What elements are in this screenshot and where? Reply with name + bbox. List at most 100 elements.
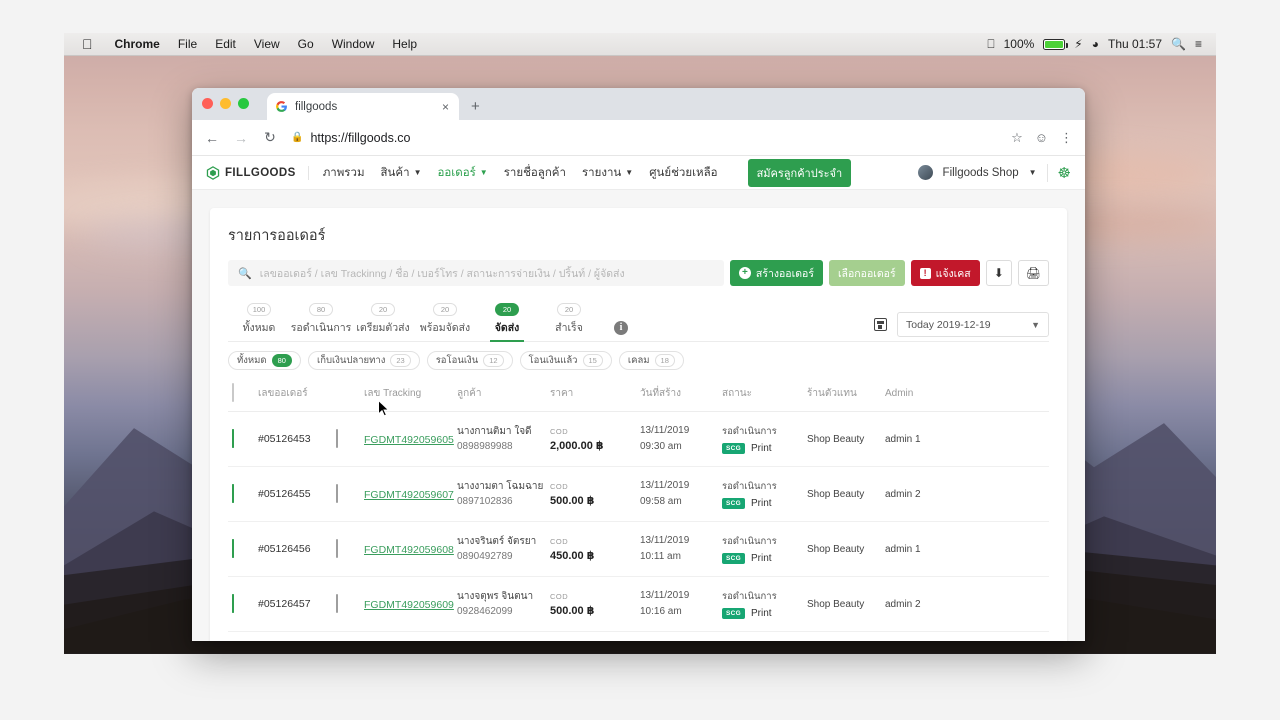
chip-claim[interactable]: เคลม 18 [618, 351, 684, 370]
create-order-button[interactable]: + สร้างออเดอร์ [729, 260, 823, 286]
user-settings-icon[interactable]: ☸ [1058, 164, 1071, 182]
copy-icon[interactable] [336, 539, 338, 558]
new-tab-button[interactable]: + [471, 98, 480, 115]
close-tab-icon[interactable]: × [440, 100, 451, 114]
shop-name-label[interactable]: Fillgoods Shop [943, 167, 1019, 179]
nav-item-overview[interactable]: ภาพรวม [323, 164, 365, 182]
mouse-cursor [378, 400, 390, 417]
nav-item-reports[interactable]: รายงาน ▼ [582, 164, 633, 182]
tracking-link[interactable]: FGDMT492059605 [364, 434, 454, 446]
menubar-clock[interactable]: Thu 01:57 [1108, 37, 1162, 51]
register-member-button[interactable]: สมัครลูกค้าประจำ [747, 158, 852, 187]
tab-shipping[interactable]: 20 จัดส่ง [476, 299, 538, 342]
status-cell: รอดำเนินการ SCG Print [722, 534, 807, 564]
chrome-browser-window: fillgoods × + ← → ↻ 🔒 https://fillgoods.… [192, 88, 1085, 641]
row-checkbox[interactable] [232, 429, 234, 448]
close-window-button[interactable] [202, 98, 213, 109]
table-row[interactable]: #05126455 FGDMT492059607 นางงามตา โฉมฉาย… [228, 467, 1049, 522]
menubar-item-view[interactable]: View [245, 37, 289, 51]
print-link[interactable]: Print [751, 553, 772, 564]
nav-item-label: รายงาน [581, 166, 622, 179]
row-checkbox[interactable] [232, 539, 234, 558]
nav-item-products[interactable]: สินค้า ▼ [381, 164, 422, 182]
search-input[interactable]: 🔍 เลขออเดอร์ / เลข Trackinng / ชื่อ / เบ… [228, 260, 724, 286]
tracking-link[interactable]: FGDMT492059609 [364, 599, 454, 611]
address-bar[interactable]: 🔒 https://fillgoods.co [291, 131, 998, 145]
chip-awaiting-transfer[interactable]: รอโอนเงิน 12 [426, 351, 513, 370]
airplay-icon[interactable]: ⎕ [987, 37, 994, 52]
date-range-select[interactable]: Today 2019-12-19 ▼ [897, 312, 1049, 337]
menubar-item-chrome[interactable]: Chrome [106, 37, 169, 51]
price-cell: COD 450.00 ฿ [550, 537, 640, 562]
print-link[interactable]: Print [751, 608, 772, 619]
row-checkbox[interactable] [232, 484, 234, 503]
copy-icon[interactable] [336, 429, 338, 448]
nav-item-customers[interactable]: รายชื่อลูกค้า [504, 164, 566, 182]
tracking-link[interactable]: FGDMT492059608 [364, 544, 454, 556]
browser-omnibox-bar: ← → ↻ 🔒 https://fillgoods.co ☆ ☺ ⋮ [192, 120, 1085, 156]
report-case-button[interactable]: ! แจ้งเคส [910, 260, 980, 286]
chrome-menu-icon[interactable]: ⋮ [1060, 130, 1073, 146]
back-button[interactable]: ← [204, 130, 220, 146]
forward-button[interactable]: → [233, 130, 249, 146]
tab-count-badge: 20 [433, 303, 457, 316]
print-link[interactable]: Print [751, 443, 772, 454]
table-row[interactable]: #05126458 FGDMT492059610 นางตาวิกา เตชีน… [228, 632, 1049, 641]
battery-icon[interactable] [1043, 38, 1068, 50]
carrier-badge: SCG [722, 443, 745, 454]
tab-pending[interactable]: 80 รอดำเนินการ [290, 299, 352, 342]
maximize-window-button[interactable] [238, 98, 249, 109]
table-row[interactable]: #05126453 FGDMT492059605 นางกานติมา ใจดี… [228, 412, 1049, 467]
tab-ready-to-ship[interactable]: 20 พร้อมจัดส่ง [414, 299, 476, 342]
fillgoods-logo[interactable]: FILLGOODS [206, 165, 309, 180]
bookmark-star-icon[interactable]: ☆ [1011, 130, 1023, 146]
minimize-window-button[interactable] [220, 98, 231, 109]
date-filter: Today 2019-12-19 ▼ [874, 312, 1049, 337]
browser-tab[interactable]: fillgoods × [267, 93, 459, 120]
tab-count-badge: 100 [246, 303, 272, 316]
chip-label: เคลม [627, 355, 650, 366]
price-cell: COD 500.00 ฿ [550, 592, 640, 617]
control-center-icon[interactable]: ≡ [1195, 37, 1202, 51]
menubar-item-window[interactable]: Window [323, 37, 384, 51]
create-order-label: สร้างออเดอร์ [755, 267, 814, 280]
info-icon[interactable]: i [614, 321, 628, 335]
chevron-down-icon[interactable]: ▼ [1029, 168, 1037, 177]
menubar-item-go[interactable]: Go [289, 37, 323, 51]
tracking-link[interactable]: FGDMT492059607 [364, 489, 454, 501]
calendar-icon[interactable] [874, 318, 887, 331]
print-link[interactable]: Print [751, 498, 772, 509]
avatar[interactable] [917, 165, 933, 180]
reload-button[interactable]: ↻ [262, 129, 278, 146]
select-all-checkbox[interactable] [232, 383, 234, 402]
apple-icon[interactable]:  [64, 37, 106, 51]
menubar-item-file[interactable]: File [169, 37, 206, 51]
row-checkbox[interactable] [232, 594, 234, 613]
download-button[interactable]: ⬇ [985, 260, 1012, 286]
print-button[interactable]: 🖨 [1017, 260, 1049, 286]
tab-label: สำเร็จ [555, 322, 583, 334]
copy-icon[interactable] [336, 594, 338, 613]
chip-cod[interactable]: เก็บเงินปลายทาง 23 [307, 351, 420, 370]
customer-cell: นางจรินตร์ จัตรยา 0890492789 [457, 534, 550, 565]
table-row[interactable]: #05126457 FGDMT492059609 นางจตุพร จินตนา… [228, 577, 1049, 632]
tab-all[interactable]: 100 ทั้งหมด [228, 299, 290, 342]
nav-item-help-center[interactable]: ศูนย์ช่วยเหลือ [649, 164, 717, 182]
select-order-button[interactable]: เลือกออเดอร์ [828, 260, 905, 286]
created-time: 10:11 am [640, 551, 681, 562]
menubar-item-edit[interactable]: Edit [206, 37, 245, 51]
search-icon[interactable]: 🔍 [1171, 37, 1186, 51]
profile-avatar-icon[interactable]: ☺ [1035, 130, 1048, 145]
chip-all[interactable]: ทั้งหมด 80 [228, 351, 301, 370]
shop-name: Shop Beauty [807, 488, 865, 500]
tab-completed[interactable]: 20 สำเร็จ [538, 299, 600, 342]
row-select-cell [232, 539, 258, 558]
tab-preparing[interactable]: 20 เตรียมตัวส่ง [352, 299, 414, 342]
wifi-icon[interactable]: ◕ [1092, 37, 1099, 51]
table-row[interactable]: #05126456 FGDMT492059608 นางจรินตร์ จัตร… [228, 522, 1049, 577]
menubar-item-help[interactable]: Help [383, 37, 426, 51]
chip-transferred[interactable]: โอนเงินแล้ว 15 [519, 351, 612, 370]
copy-icon[interactable] [336, 484, 338, 503]
admin-name: admin 2 [885, 488, 921, 500]
nav-item-orders[interactable]: ออเดอร์ ▼ [437, 164, 487, 182]
